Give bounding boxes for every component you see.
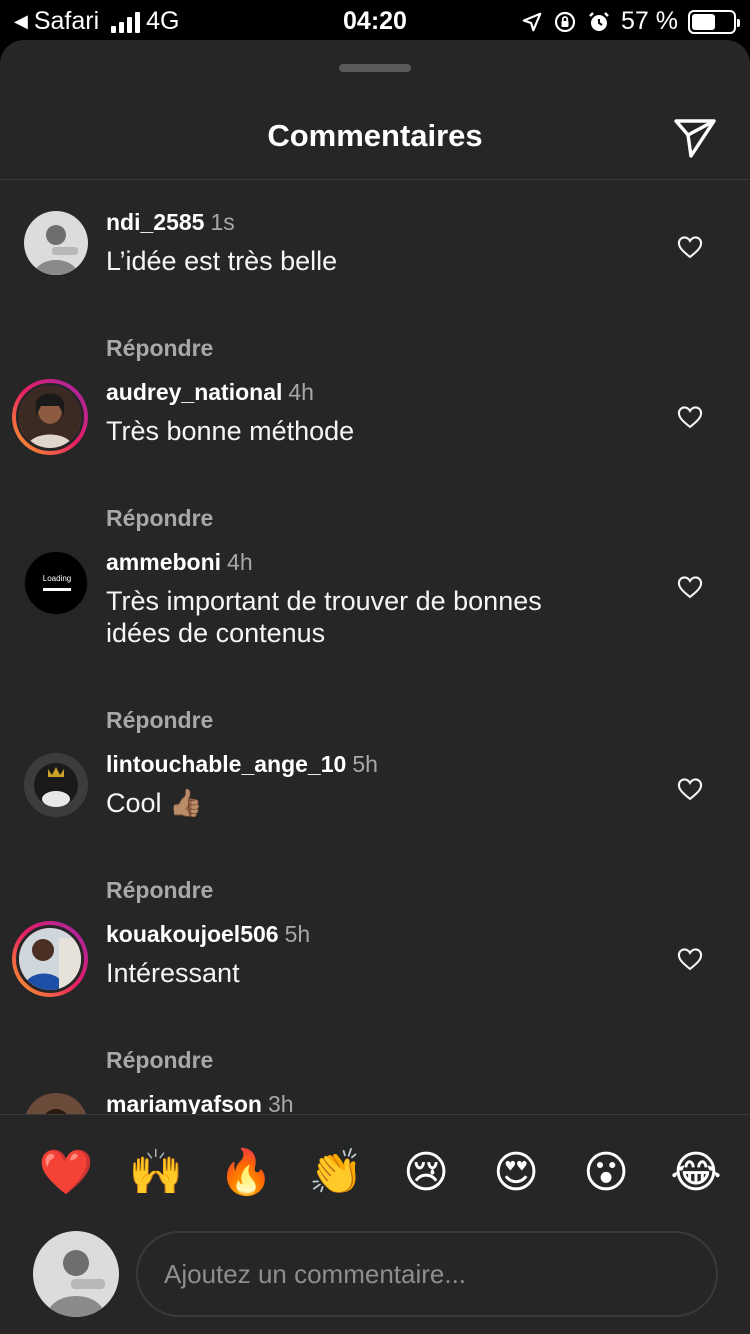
heart-icon[interactable] xyxy=(676,403,704,431)
comment-text: Intéressant xyxy=(106,958,240,988)
comment-text: Cool 👍🏽 xyxy=(106,788,203,818)
comment-username[interactable]: ammeboni xyxy=(106,549,221,575)
avatar-story-ring[interactable] xyxy=(12,921,88,997)
avatar xyxy=(16,925,84,993)
emoji-surprised[interactable]: 😮 xyxy=(576,1143,636,1203)
avatar xyxy=(16,383,84,451)
comment-time: 4h xyxy=(227,549,253,575)
status-bar: ◀ Safari 4G 04:20 57 % xyxy=(0,0,750,42)
avatar-loading-bar xyxy=(43,588,71,591)
sheet-header: Commentaires xyxy=(0,96,750,180)
comment-header: kouakoujoel506 5h xyxy=(106,921,310,948)
comments-sheet: Commentaires ndi_2585 1s L’idée est très … xyxy=(0,40,750,1334)
heart-icon[interactable] xyxy=(676,775,704,803)
comment-item: mariamyafson 3h xyxy=(0,1063,750,1115)
comment-text: Très bonne méthode xyxy=(106,416,355,446)
avatar[interactable] xyxy=(24,753,88,817)
emoji-crying[interactable]: 😢 xyxy=(396,1143,456,1203)
comment-time: 4h xyxy=(288,379,314,405)
emoji-heart-eyes[interactable]: 😍 xyxy=(486,1143,546,1203)
comment-item: ndi_2585 1s L’idée est très belle Répondr… xyxy=(0,181,750,361)
comment-item: Loading ammeboni 4h Très important de tro… xyxy=(0,521,750,733)
comment-header: audrey_national 4h xyxy=(106,379,314,406)
comment-time: 3h xyxy=(267,1091,294,1115)
avatar-loading-text: Loading xyxy=(42,574,72,583)
comment-item: kouakoujoel506 5h Intéressant Répondre xyxy=(0,893,750,1073)
sheet-grabber[interactable] xyxy=(339,64,411,72)
comment-username[interactable]: ndi_2585 xyxy=(106,209,204,235)
comment-item: lintouchable_ange_10 5h Cool 👍🏽 Répondre xyxy=(0,723,750,903)
emoji-heart[interactable]: ❤️ xyxy=(36,1143,96,1203)
comment-username[interactable]: audrey_national xyxy=(106,379,282,405)
comment-username[interactable]: lintouchable_ange_10 xyxy=(106,751,346,777)
comment-text: L’idée est très belle xyxy=(106,246,338,276)
comment-header: ndi_2585 1s xyxy=(106,209,235,236)
heart-icon[interactable] xyxy=(676,945,704,973)
comment-username[interactable]: kouakoujoel506 xyxy=(106,921,279,947)
comment-time: 1s xyxy=(210,209,235,235)
paper-plane-icon[interactable] xyxy=(670,112,720,162)
avatar-story-ring[interactable] xyxy=(12,379,88,455)
alarm-icon xyxy=(589,11,609,31)
comment-composer: ❤️ 🙌 🔥 👏 😢 😍 😮 😂 xyxy=(0,1114,750,1334)
comment-username[interactable]: mariamyafson xyxy=(106,1091,262,1115)
avatar[interactable] xyxy=(24,1093,88,1115)
emoji-clapping[interactable]: 👏 xyxy=(306,1143,366,1203)
emoji-raising-hands[interactable]: 🙌 xyxy=(126,1143,186,1203)
heart-icon[interactable] xyxy=(676,233,704,261)
avatar[interactable]: Loading xyxy=(24,551,88,615)
location-icon xyxy=(522,12,542,31)
comment-time: 5h xyxy=(284,921,311,947)
page-title: Commentaires xyxy=(267,118,483,153)
avatar[interactable] xyxy=(24,211,88,275)
comment-item: audrey_national 4h Très bonne méthode Rép… xyxy=(0,351,750,531)
battery-label: 57 % xyxy=(621,7,678,35)
emoji-fire[interactable]: 🔥 xyxy=(216,1143,276,1203)
emoji-laughing[interactable]: 😂 xyxy=(666,1143,726,1203)
comment-header: lintouchable_ange_10 5h xyxy=(106,751,378,778)
rotation-lock-icon xyxy=(554,11,576,32)
comment-text: Très important de trouver de bonnes idée… xyxy=(106,586,542,648)
heart-icon[interactable] xyxy=(676,573,704,601)
comment-header: mariamyafson 3h xyxy=(106,1091,294,1115)
comment-list[interactable]: ndi_2585 1s L’idée est très belle Répondr… xyxy=(0,181,750,1115)
self-avatar xyxy=(33,1231,119,1317)
comment-input[interactable] xyxy=(136,1231,718,1317)
emoji-quick-bar: ❤️ 🙌 🔥 👏 😢 😍 😮 😂 xyxy=(0,1143,750,1203)
comment-time: 5h xyxy=(352,751,378,777)
comment-header: ammeboni 4h xyxy=(106,549,253,576)
battery-icon xyxy=(688,9,740,34)
